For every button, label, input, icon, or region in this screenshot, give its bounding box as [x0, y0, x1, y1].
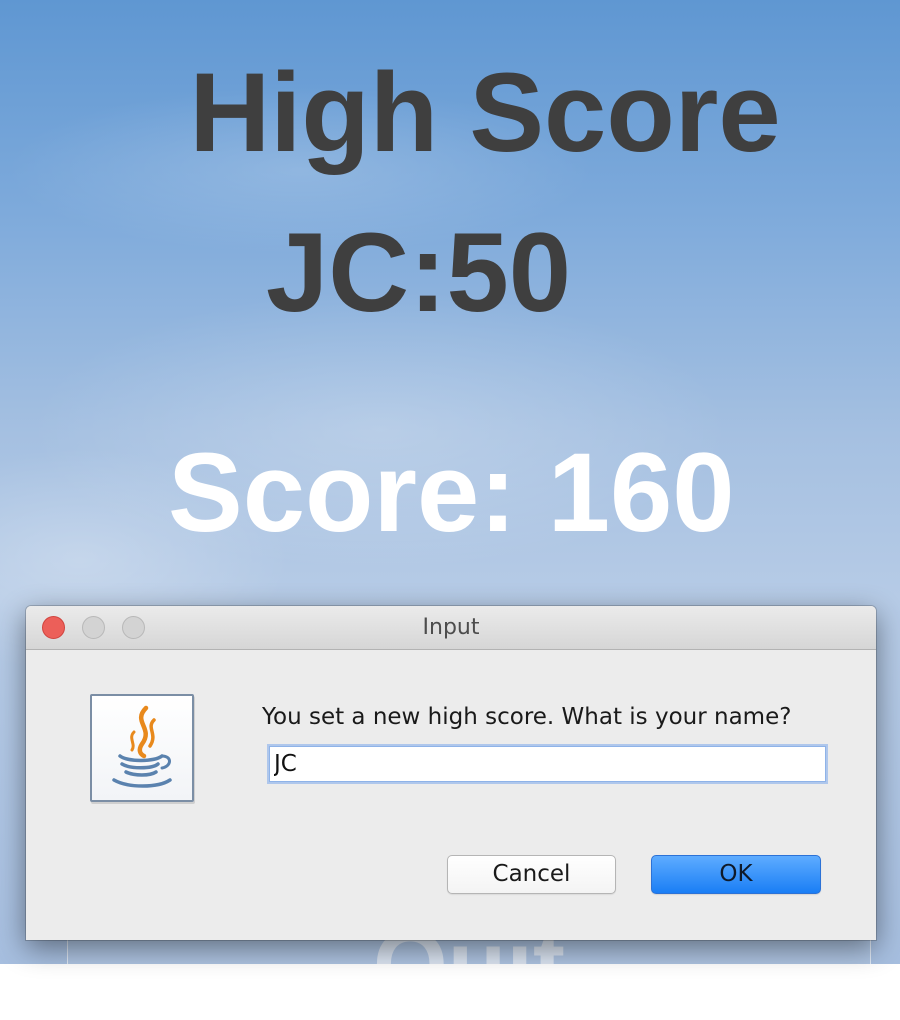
dialog-prompt: You set a new high score. What is your n… — [262, 704, 792, 730]
dialog-title: Input — [422, 615, 480, 640]
java-cup-icon — [90, 694, 194, 802]
ok-button[interactable]: OK — [651, 855, 821, 894]
high-score-entry: JC:50 — [266, 210, 572, 335]
name-input[interactable] — [269, 746, 826, 782]
dialog-titlebar[interactable]: Input — [26, 606, 876, 650]
input-dialog: Input You set a new high score. What is … — [26, 606, 876, 940]
high-score-title: High Score — [189, 50, 781, 175]
cancel-button[interactable]: Cancel — [447, 855, 616, 894]
current-score: Score: 160 — [168, 430, 735, 555]
